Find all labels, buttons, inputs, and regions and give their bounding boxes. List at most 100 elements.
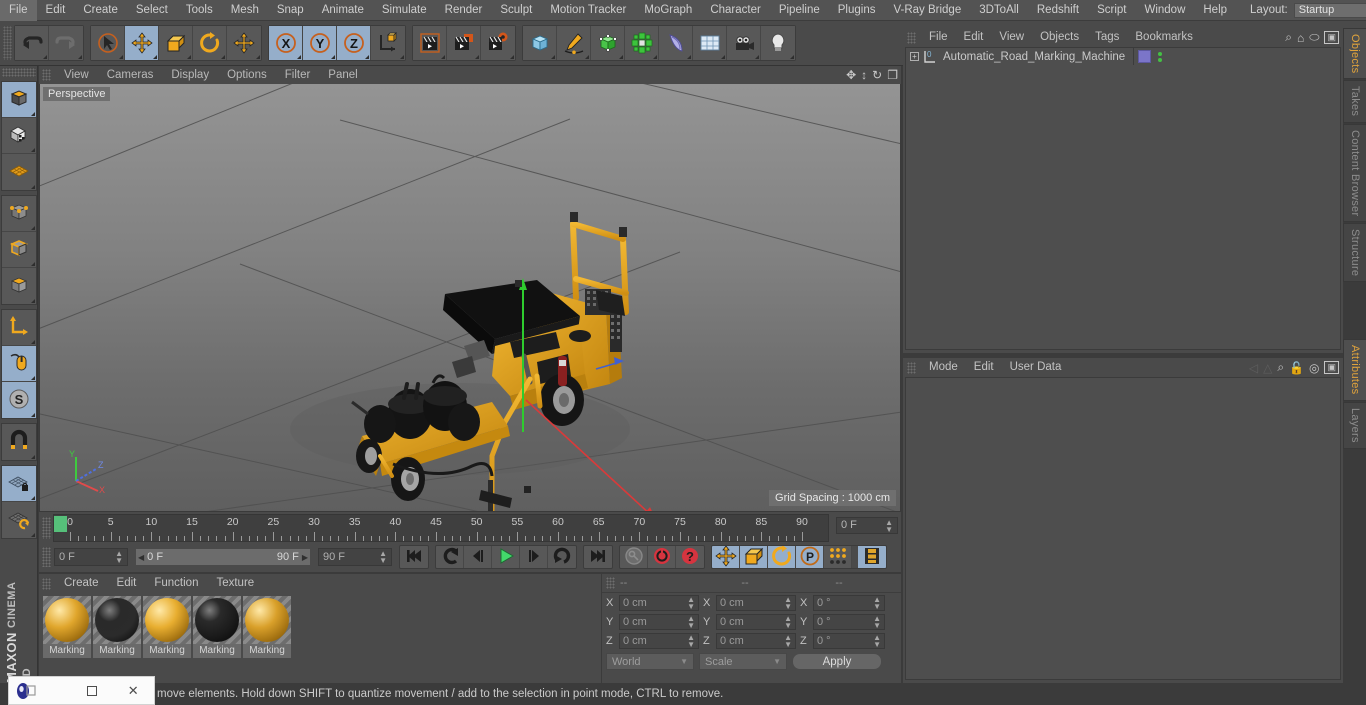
minimize-button[interactable] (52, 686, 56, 696)
menu-item-tools[interactable]: Tools (177, 0, 222, 21)
size-z-field[interactable]: 0 cm ▲ ▼ (716, 632, 796, 649)
viewport-grip[interactable] (42, 69, 51, 81)
redo-button[interactable] (49, 26, 83, 60)
edges-mode-button[interactable] (1, 232, 36, 268)
coordinate-mode-select[interactable]: Scale ▼ (699, 653, 787, 670)
menu-item-motion-tracker[interactable]: Motion Tracker (541, 0, 635, 21)
spinner-icon[interactable]: ▲ ▼ (115, 550, 123, 565)
new-window-icon[interactable]: ▣ (1324, 31, 1339, 44)
close-button[interactable]: ✕ (128, 683, 139, 699)
viewport-menu-cameras[interactable]: Cameras (98, 66, 163, 84)
render-settings-button[interactable] (481, 26, 515, 60)
material-item[interactable]: Marking (243, 596, 291, 683)
lock-workplane-button[interactable] (1, 466, 36, 502)
dock-tab-structure[interactable]: Structure (1343, 223, 1366, 283)
global-local-move-tool[interactable] (227, 26, 261, 60)
menu-item-create[interactable]: Create (74, 0, 127, 21)
size-y-field[interactable]: 0 cm ▲ ▼ (716, 613, 796, 630)
new-window-icon[interactable]: ▣ (1324, 361, 1339, 374)
rotation-x-field[interactable]: 0 ° ▲ ▼ (813, 594, 885, 611)
timeline-ruler[interactable]: 0 5 10 15 20 25 30 35 40 45 50 55 60 65 70 75 80 85 90 (53, 514, 829, 542)
viewport-menu-panel[interactable]: Panel (319, 66, 366, 84)
menu-item-v-ray-bridge[interactable]: V-Ray Bridge (884, 0, 970, 21)
material-list[interactable]: Marking Marking Marking Marking Marking (39, 593, 601, 683)
material-menu-function[interactable]: Function (145, 574, 207, 593)
lock-icon[interactable]: 🔓 (1289, 361, 1304, 375)
menu-item-plugins[interactable]: Plugins (829, 0, 885, 21)
viewport-solo-button[interactable] (1, 346, 36, 382)
add-deformer-button[interactable] (659, 26, 693, 60)
end-frame-field[interactable]: 90 F ▲ ▼ (318, 548, 392, 566)
add-primitive-cube-button[interactable] (523, 26, 557, 60)
dock-tab-layers[interactable]: Layers (1343, 401, 1366, 449)
forward-arrow-icon[interactable]: △ (1263, 361, 1272, 375)
attribute-menu-edit[interactable]: Edit (966, 358, 1002, 377)
attribute-menu-user-data[interactable]: User Data (1002, 358, 1070, 377)
viewport-menu-filter[interactable]: Filter (276, 66, 320, 84)
menu-item-character[interactable]: Character (701, 0, 770, 21)
left-toolbar-grip[interactable] (1, 68, 36, 77)
rotation-y-field[interactable]: 0 ° ▲ ▼ (813, 613, 885, 630)
size-x-field[interactable]: 0 cm ▲ ▼ (716, 594, 796, 611)
rotation-z-field[interactable]: 0 ° ▲ ▼ (813, 632, 885, 649)
spinner-icon[interactable]: ▲ ▼ (784, 633, 792, 648)
rotate-icon[interactable]: ↻ (872, 67, 882, 83)
previous-frame-button[interactable] (464, 546, 492, 568)
menu-item-help[interactable]: Help (1194, 0, 1236, 21)
make-editable-button[interactable] (1, 82, 36, 118)
play-forwards-loop-button[interactable] (548, 546, 576, 568)
spinner-icon[interactable]: ▲ ▼ (873, 633, 881, 648)
material-item[interactable]: Marking (143, 596, 191, 683)
maximize-button[interactable] (87, 685, 98, 696)
playhead[interactable] (54, 516, 67, 532)
object-manager-grip[interactable] (907, 31, 916, 44)
target-icon[interactable]: ◎ (1309, 361, 1319, 375)
visibility-dots[interactable] (1158, 51, 1163, 62)
timeline-grip[interactable] (42, 517, 51, 539)
spinner-icon[interactable]: ▲ ▼ (885, 518, 893, 533)
back-arrow-icon[interactable]: ◁ (1249, 361, 1258, 375)
render-to-picture-viewer-button[interactable] (447, 26, 481, 60)
dolly-icon[interactable]: ↕ (861, 67, 867, 83)
coordinates-grip[interactable] (606, 577, 615, 589)
dock-tab-content-browser[interactable]: Content Browser (1343, 123, 1366, 223)
menu-item-mograph[interactable]: MoGraph (635, 0, 701, 21)
viewport-menu-options[interactable]: Options (218, 66, 276, 84)
undo-button[interactable] (15, 26, 49, 60)
attribute-menu-mode[interactable]: Mode (921, 358, 966, 377)
menu-item-mesh[interactable]: Mesh (222, 0, 268, 21)
add-generator-button[interactable] (591, 26, 625, 60)
menu-item-script[interactable]: Script (1088, 0, 1135, 21)
menu-item-edit[interactable]: Edit (37, 0, 75, 21)
lock-z-axis[interactable]: Z (337, 26, 371, 60)
viewport-canvas[interactable]: Perspective Grid Spacing : 1000 cm Y X Z (39, 84, 901, 512)
attribute-manager-grip[interactable] (907, 361, 916, 374)
keyframe-selection-button[interactable]: ? (676, 546, 704, 568)
menu-item-snap[interactable]: Snap (268, 0, 313, 21)
next-frame-button[interactable] (520, 546, 548, 568)
dock-tab-objects[interactable]: Objects (1343, 28, 1366, 80)
object-menu-objects[interactable]: Objects (1032, 28, 1087, 47)
layout-select[interactable]: Startup ▼ (1293, 2, 1366, 18)
menu-item-window[interactable]: Window (1135, 0, 1194, 21)
range-left-arrow-icon[interactable]: ◀ (138, 553, 144, 562)
record-scale-toggle[interactable] (740, 546, 768, 568)
apply-button[interactable]: Apply (792, 653, 882, 670)
render-view-button[interactable] (413, 26, 447, 60)
texture-mode-button[interactable] (1, 154, 36, 190)
object-menu-view[interactable]: View (991, 28, 1032, 47)
material-item[interactable]: Marking (93, 596, 141, 683)
material-grip[interactable] (42, 577, 51, 590)
viewport-menu-display[interactable]: Display (162, 66, 218, 84)
rotate-tool[interactable] (193, 26, 227, 60)
add-spline-button[interactable] (557, 26, 591, 60)
add-camera-button[interactable] (727, 26, 761, 60)
viewport-menu-view[interactable]: View (55, 66, 98, 84)
lock-y-axis[interactable]: Y (303, 26, 337, 60)
maximize-icon[interactable]: ❐ (887, 67, 898, 83)
search-icon[interactable]: ⌕ (1285, 30, 1292, 45)
menu-item-render[interactable]: Render (436, 0, 492, 21)
play-backwards-button[interactable] (436, 546, 464, 568)
search-icon[interactable]: ⌕ (1277, 360, 1284, 375)
keyframe-mode-toggle[interactable] (858, 546, 886, 568)
